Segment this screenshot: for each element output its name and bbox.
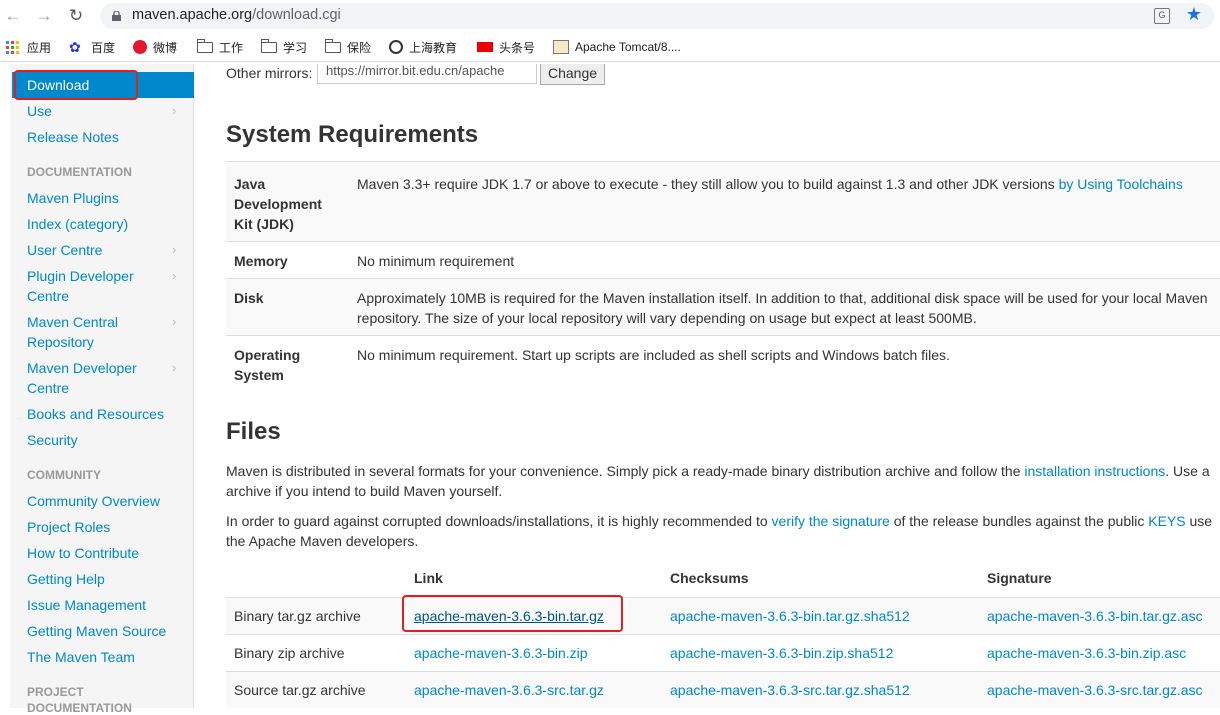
sidebar-item-community-overview[interactable]: Community Overview	[27, 491, 160, 511]
main-content: Other mirrors: https://mirror.bit.edu.cn…	[226, 64, 1220, 708]
sidebar-item-project-roles[interactable]: Project Roles	[27, 517, 110, 537]
sidebar-item-maven-central-repository[interactable]: Maven Central Repository	[27, 312, 118, 352]
sidebar-nav: Download Use › Release Notes DOCUMENTATI…	[10, 64, 194, 715]
signature-bin-tar-gz-link[interactable]: apache-maven-3.6.3-bin.tar.gz.asc	[987, 608, 1203, 624]
address-bar[interactable]: maven.apache.org/download.cgi G ★	[100, 3, 1214, 29]
forward-icon[interactable]: →	[33, 5, 55, 27]
bookmark-insurance[interactable]: 保险	[325, 38, 371, 56]
chevron-right-icon: ›	[172, 268, 177, 283]
sidebar-heading-community: COMMUNITY	[27, 468, 101, 482]
bookmark-weibo[interactable]: 微博	[133, 38, 177, 56]
checksum-bin-zip-link[interactable]: apache-maven-3.6.3-bin.zip.sha512	[670, 645, 893, 661]
sidebar-item-user-centre[interactable]: User Centre	[27, 240, 102, 260]
sidebar-item-maven-plugins[interactable]: Maven Plugins	[27, 188, 119, 208]
browser-toolbar: ← → ↻ maven.apache.org/download.cgi G ★	[0, 0, 1220, 32]
chevron-right-icon: ›	[172, 103, 177, 118]
folder-icon	[325, 38, 341, 53]
mirror-select[interactable]: https://mirror.bit.edu.cn/apache	[317, 64, 537, 84]
table-row: Binary zip archive apache-maven-3.6.3-bi…	[226, 634, 1220, 671]
sidebar-item-security[interactable]: Security	[27, 430, 78, 450]
column-header-link: Link	[414, 570, 443, 586]
apps-grid-icon	[6, 40, 19, 54]
table-row: Source tar.gz archive apache-maven-3.6.3…	[226, 671, 1220, 708]
highlight-box-bin-tar-gz	[402, 595, 623, 632]
baidu-paw-icon: ✿	[69, 39, 81, 55]
keys-link[interactable]: KEYS	[1148, 513, 1185, 529]
bookmark-study[interactable]: 学习	[261, 38, 307, 56]
bookmarks-bar: 应用 ✿ 百度 微博 工作 学习 保险 上海教育 头条号 Apache Tomc…	[0, 32, 1220, 62]
download-bin-zip-link[interactable]: apache-maven-3.6.3-bin.zip	[414, 645, 588, 661]
sidebar-item-issue-management[interactable]: Issue Management	[27, 595, 146, 615]
bookmark-work[interactable]: 工作	[197, 38, 243, 56]
change-mirror-button[interactable]: Change	[540, 64, 605, 85]
table-header-row: Link Checksums Signature	[226, 560, 1220, 597]
bookmark-shanghai-edu[interactable]: 上海教育	[389, 38, 457, 56]
bookmark-tomcat[interactable]: Apache Tomcat/8....	[553, 38, 681, 56]
folder-icon	[261, 38, 277, 53]
chevron-right-icon: ›	[172, 314, 177, 329]
download-src-tar-gz-link[interactable]: apache-maven-3.6.3-src.tar.gz	[414, 682, 604, 698]
toutiao-icon	[477, 42, 493, 52]
back-icon[interactable]: ←	[2, 5, 24, 27]
sidebar-item-maven-developer-centre[interactable]: Maven Developer Centre	[27, 358, 137, 398]
column-header-signature: Signature	[987, 570, 1052, 586]
sidebar-item-how-to-contribute[interactable]: How to Contribute	[27, 543, 139, 563]
bookmark-apps[interactable]: 应用	[6, 38, 51, 56]
signature-paragraph: In order to guard against corrupted down…	[226, 513, 1213, 549]
sidebar-item-maven-team[interactable]: The Maven Team	[27, 647, 135, 667]
sidebar-item-use[interactable]: Use	[27, 101, 52, 121]
weibo-icon	[133, 40, 147, 54]
checksum-src-tar-gz-link[interactable]: apache-maven-3.6.3-src.tar.gz.sha512	[670, 682, 910, 698]
system-requirements-heading: System Requirements	[226, 121, 479, 148]
highlight-box-download	[14, 70, 138, 100]
table-row: Binary tar.gz archive apache-maven-3.6.3…	[226, 597, 1220, 634]
url-text: maven.apache.org/download.cgi	[132, 7, 341, 23]
bookmark-toutiao[interactable]: 头条号	[477, 38, 535, 56]
table-row: Memory No minimum requirement	[226, 241, 1220, 278]
sidebar-heading-project-documentation: DOCUMENTATION	[27, 701, 132, 715]
tomcat-icon	[553, 40, 569, 54]
files-heading: Files	[226, 418, 281, 445]
sidebar-heading-documentation: DOCUMENTATION	[27, 165, 132, 179]
folder-icon	[197, 38, 213, 53]
checksum-bin-tar-gz-link[interactable]: apache-maven-3.6.3-bin.tar.gz.sha512	[670, 608, 910, 624]
signature-src-tar-gz-link[interactable]: apache-maven-3.6.3-src.tar.gz.asc	[987, 682, 1203, 698]
chevron-right-icon: ›	[172, 242, 177, 257]
table-row: Disk Approximately 10MB is required for …	[226, 278, 1220, 335]
globe-icon	[389, 40, 403, 54]
sidebar-item-getting-maven-source[interactable]: Getting Maven Source	[27, 621, 166, 641]
mirrors-label: Other mirrors:	[226, 65, 313, 81]
sidebar-item-release-notes[interactable]: Release Notes	[27, 127, 119, 147]
chevron-right-icon: ›	[172, 360, 177, 375]
translate-icon[interactable]: G	[1154, 8, 1170, 24]
toolchains-link[interactable]: by Using Toolchains	[1059, 176, 1183, 192]
sidebar-item-index-category[interactable]: Index (category)	[27, 214, 128, 234]
files-intro-paragraph: Maven is distributed in several formats …	[226, 463, 1210, 499]
column-header-checksums: Checksums	[670, 570, 749, 586]
table-row: Operating System No minimum requirement.…	[226, 335, 1220, 392]
bookmark-baidu[interactable]: ✿ 百度	[69, 38, 115, 56]
installation-instructions-link[interactable]: installation instructions	[1024, 463, 1165, 479]
sidebar-item-plugin-developer-centre[interactable]: Plugin Developer Centre	[27, 266, 134, 306]
reload-icon[interactable]: ↻	[65, 5, 87, 27]
signature-bin-zip-link[interactable]: apache-maven-3.6.3-bin.zip.asc	[987, 645, 1186, 661]
lock-icon	[112, 11, 121, 21]
sidebar-item-books-resources[interactable]: Books and Resources	[27, 404, 164, 424]
verify-signature-link[interactable]: verify the signature	[772, 513, 890, 529]
table-row: Java Development Kit (JDK) Maven 3.3+ re…	[226, 161, 1220, 241]
sidebar-heading-project: PROJECT	[27, 685, 84, 699]
sidebar-item-getting-help[interactable]: Getting Help	[27, 569, 105, 589]
bookmark-star-icon[interactable]: ★	[1186, 4, 1202, 25]
